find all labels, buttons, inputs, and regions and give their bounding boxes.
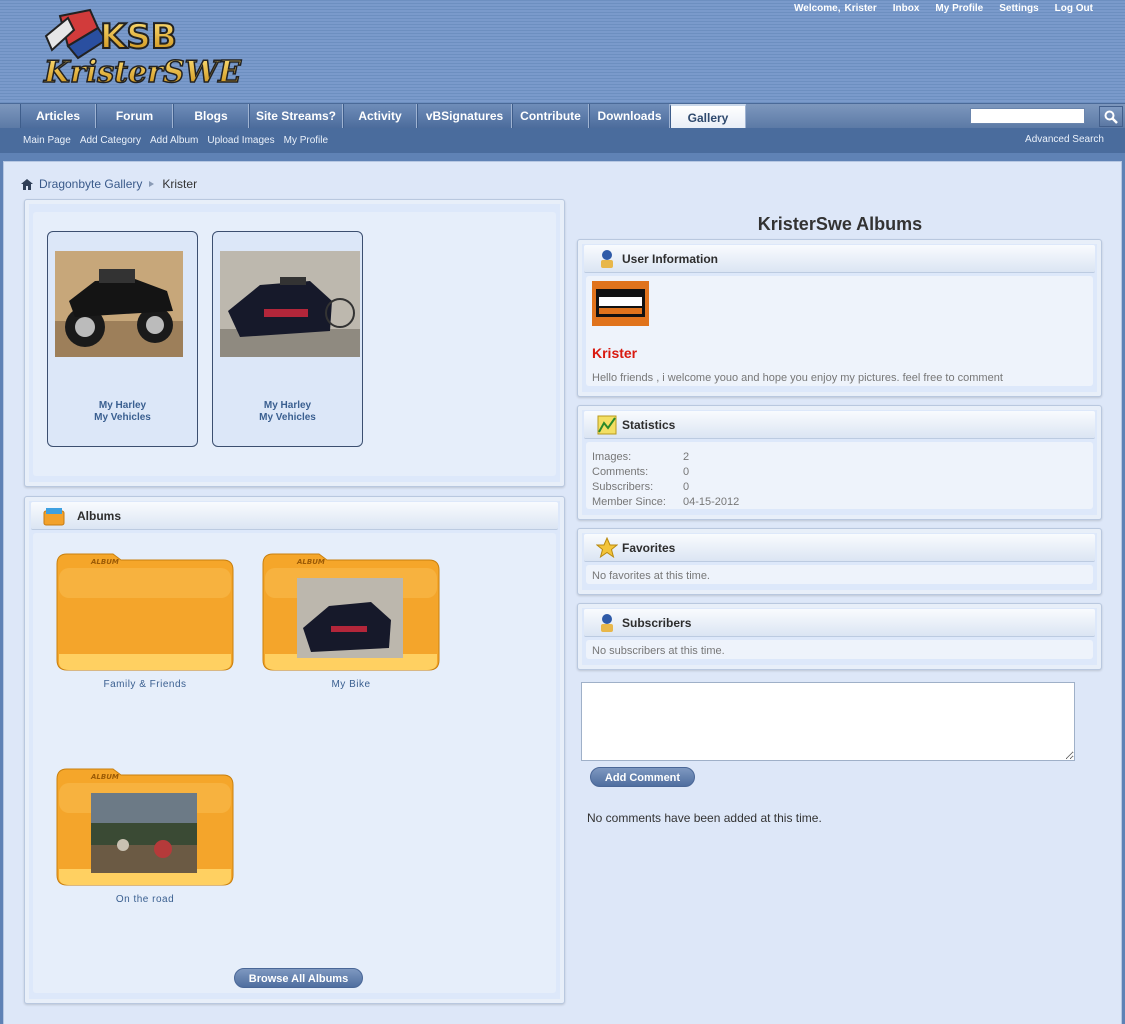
svg-text:ALBUM: ALBUM: [90, 773, 119, 781]
image-card[interactable]: My Harley My Vehicles: [47, 231, 198, 447]
image-card[interactable]: My Harley My Vehicles: [212, 231, 363, 447]
stat-subscribers: Subscribers: 0: [592, 481, 690, 493]
subnav-my-profile[interactable]: My Profile: [284, 135, 328, 146]
tab-gallery[interactable]: Gallery: [670, 104, 746, 128]
statistics-header: Statistics: [584, 411, 1095, 439]
my-profile-link[interactable]: My Profile: [935, 3, 983, 14]
main-content: Dragonbyte Gallery Krister My Harley My …: [3, 161, 1122, 1024]
svg-text:ALBUM: ALBUM: [296, 558, 325, 566]
sub-navbar: Main Page Add Category Add Album Upload …: [0, 128, 1125, 153]
breadcrumb: Dragonbyte Gallery Krister: [21, 177, 197, 191]
user-information-header: User Information: [584, 245, 1095, 273]
albums-panel: Albums ALBUM Family & Friends ALBUM My B…: [24, 496, 565, 1004]
image-album[interactable]: My Vehicles: [48, 412, 197, 424]
tab-blogs[interactable]: Blogs: [173, 104, 249, 128]
advanced-search-link[interactable]: Advanced Search: [1025, 134, 1104, 145]
main-navbar: Articles Forum Blogs Site Streams? Activ…: [0, 103, 1125, 128]
statistics-title: Statistics: [622, 418, 676, 432]
image-album[interactable]: My Vehicles: [213, 412, 362, 424]
stat-comments: Comments: 0: [592, 466, 690, 478]
harley-photo-thumbnail[interactable]: [55, 251, 183, 357]
tab-articles[interactable]: Articles: [20, 104, 96, 128]
profile-bio: Hello friends , i welcome youo and hope …: [592, 372, 1003, 384]
recent-images-panel: My Harley My Vehicles My Harley My Vehic…: [24, 199, 565, 487]
profile-username[interactable]: Krister: [592, 345, 637, 361]
album-name[interactable]: On the road: [53, 894, 237, 905]
search-button[interactable]: [1099, 106, 1123, 127]
breadcrumb-gallery-link[interactable]: Dragonbyte Gallery: [39, 177, 142, 191]
username-link[interactable]: Krister: [845, 3, 877, 14]
browse-all-albums-button[interactable]: Browse All Albums: [234, 968, 363, 988]
logout-link[interactable]: Log Out: [1055, 3, 1093, 14]
site-logo[interactable]: KSB KristerSWE: [38, 6, 243, 90]
user-links: Welcome, Krister Inbox My Profile Setting…: [794, 3, 1093, 14]
tab-downloads[interactable]: Downloads: [589, 104, 670, 128]
harley-photo-thumbnail[interactable]: [220, 251, 360, 357]
favorites-header: Favorites: [584, 534, 1095, 562]
image-title[interactable]: My Harley: [48, 400, 197, 412]
statistics-chart-icon: [597, 415, 617, 435]
subnav-main-page[interactable]: Main Page: [23, 135, 71, 146]
favorites-title: Favorites: [622, 541, 676, 555]
settings-link[interactable]: Settings: [999, 3, 1038, 14]
breadcrumb-current: Krister: [162, 177, 198, 191]
favorites-empty-text: No favorites at this time.: [592, 570, 710, 582]
album-folder-on-the-road[interactable]: ALBUM: [53, 765, 237, 889]
tab-activity[interactable]: Activity: [343, 104, 417, 128]
svg-text:KSB: KSB: [100, 17, 177, 57]
subscribers-empty-text: No subscribers at this time.: [592, 645, 725, 657]
album-name[interactable]: Family & Friends: [53, 679, 237, 690]
subscribers-panel: Subscribers No subscribers at this time.: [577, 603, 1102, 670]
no-comments-text: No comments have been added at this time…: [587, 811, 822, 825]
welcome-text: Welcome, Krister: [794, 3, 877, 14]
add-comment-button[interactable]: Add Comment: [590, 767, 695, 787]
home-icon[interactable]: [21, 178, 33, 190]
search-icon: [1104, 110, 1118, 124]
subnav-add-album[interactable]: Add Album: [150, 135, 198, 146]
tab-site-streams[interactable]: Site Streams?: [249, 104, 343, 128]
breadcrumb-arrow-icon: [149, 181, 155, 187]
svg-text:KristerSWE: KristerSWE: [43, 55, 242, 90]
album-folder-family[interactable]: ALBUM: [53, 550, 237, 674]
subnav-upload-images[interactable]: Upload Images: [207, 135, 274, 146]
stat-images: Images: 2: [592, 451, 690, 463]
user-information-title: User Information: [622, 252, 719, 266]
image-caption: My Harley My Vehicles: [213, 400, 362, 424]
tab-contribute[interactable]: Contribute: [512, 104, 589, 128]
favorites-panel: Favorites No favorites at this time.: [577, 528, 1102, 595]
user-icon: [601, 250, 613, 268]
albums-header: Albums: [31, 502, 558, 530]
user-information-panel: User Information Krister Hello friends ,…: [577, 239, 1102, 397]
tab-forum[interactable]: Forum: [96, 104, 173, 128]
subnav-add-category[interactable]: Add Category: [80, 135, 141, 146]
subscribers-header: Subscribers: [584, 609, 1095, 637]
album-name[interactable]: My Bike: [259, 679, 443, 690]
avatar[interactable]: [592, 281, 649, 326]
search-input[interactable]: [970, 108, 1085, 124]
album-folder-my-bike[interactable]: ALBUM: [259, 550, 443, 674]
site-header: KSB KristerSWE Welcome, Krister Inbox My …: [0, 0, 1125, 103]
page-title: KristerSwe Albums: [757, 214, 923, 234]
statistics-panel: Statistics Images: 2 Comments: 0 Subscribe…: [577, 405, 1102, 520]
image-caption: My Harley My Vehicles: [48, 400, 197, 424]
subscribers-title: Subscribers: [622, 616, 692, 630]
image-title[interactable]: My Harley: [213, 400, 362, 412]
inbox-link[interactable]: Inbox: [893, 3, 920, 14]
album-folder-icon: [43, 508, 65, 526]
star-icon: [596, 537, 618, 559]
comment-textarea[interactable]: [581, 682, 1075, 761]
stat-member-since: Member Since: 04-15-2012: [592, 496, 740, 508]
albums-title: Albums: [77, 509, 122, 523]
user-icon: [601, 614, 613, 632]
tab-vbsignatures[interactable]: vBSignatures: [417, 104, 512, 128]
svg-text:ALBUM: ALBUM: [90, 558, 119, 566]
